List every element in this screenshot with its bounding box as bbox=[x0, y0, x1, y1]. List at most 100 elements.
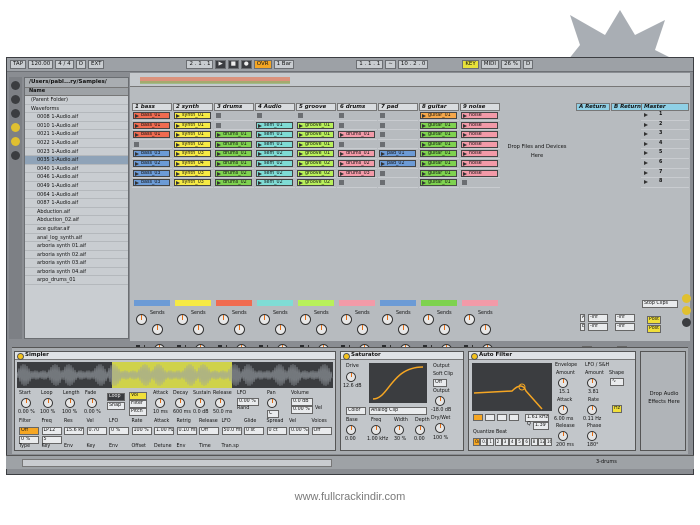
clip[interactable]: sem_01 bbox=[256, 121, 293, 129]
clip-slot[interactable]: bass_01 bbox=[132, 121, 172, 131]
clip-stop-button[interactable] bbox=[339, 180, 344, 186]
clip[interactable]: drums_01 bbox=[215, 159, 252, 167]
clip-slot[interactable]: noise bbox=[460, 111, 500, 121]
filter-type-button[interactable] bbox=[473, 414, 483, 421]
send-b-knob[interactable] bbox=[316, 324, 327, 335]
stop-button[interactable]: ■ bbox=[227, 60, 239, 69]
clip-stop-button[interactable] bbox=[380, 180, 385, 186]
clip-slot[interactable] bbox=[296, 111, 336, 121]
filter-type-button[interactable] bbox=[497, 414, 507, 421]
audio-effects-drop-zone[interactable]: Drop Audio Effects Here bbox=[640, 351, 686, 451]
clip[interactable]: noise bbox=[461, 159, 498, 167]
simpler-row2-value[interactable]: Off bbox=[311, 427, 332, 435]
clip-stop-button[interactable] bbox=[216, 113, 221, 118]
folder-icon[interactable] bbox=[11, 95, 20, 104]
send-b-knob[interactable] bbox=[275, 324, 286, 335]
depth-knob[interactable] bbox=[415, 425, 425, 435]
color-button[interactable]: Color bbox=[346, 407, 366, 415]
quantize-step-button[interactable]: 3 bbox=[501, 438, 509, 446]
clip[interactable]: guitar_01 bbox=[420, 112, 457, 119]
clip-slot[interactable] bbox=[214, 121, 254, 131]
clip[interactable]: synth_03 bbox=[174, 179, 211, 187]
loop-start-field[interactable]: 1 . 1 . 1 bbox=[356, 60, 384, 69]
master-title[interactable]: Master bbox=[641, 103, 689, 111]
freq-knob[interactable] bbox=[371, 425, 381, 435]
clip[interactable]: groove_02 bbox=[297, 179, 334, 187]
clip-slot[interactable]: sem_01 bbox=[255, 130, 295, 140]
simpler-fade-knob[interactable] bbox=[87, 398, 97, 408]
clip-slot[interactable]: groove_01 bbox=[296, 130, 336, 140]
clip[interactable]: drums_01 bbox=[215, 150, 252, 158]
clip[interactable]: sem_02 bbox=[256, 150, 293, 158]
clip-stop-button[interactable] bbox=[380, 141, 385, 147]
clip[interactable]: sem_02 bbox=[256, 179, 293, 187]
clip-slot[interactable]: guitar_01 bbox=[419, 140, 459, 150]
simpler-loop-knob[interactable] bbox=[43, 398, 53, 408]
clip[interactable]: sem_01 bbox=[256, 131, 293, 139]
arrangement-position[interactable]: 2 . 1 . 1 bbox=[186, 60, 214, 69]
clip[interactable]: noise bbox=[461, 121, 498, 129]
clip[interactable]: bass_03 bbox=[133, 179, 170, 187]
browser-column-name[interactable]: Name bbox=[25, 88, 128, 96]
hz-button[interactable]: Hz bbox=[612, 405, 622, 413]
clip[interactable]: guitar_01 bbox=[420, 159, 457, 167]
clip-slot[interactable]: synth_01 bbox=[173, 111, 213, 121]
clip[interactable]: bass_03 bbox=[133, 169, 170, 177]
clip-slot[interactable]: guitar_01 bbox=[419, 159, 459, 169]
clip-slot[interactable]: drums_01 bbox=[337, 130, 377, 140]
simpler-pan-knob[interactable] bbox=[267, 398, 277, 408]
track-title[interactable]: 2 synth bbox=[173, 103, 213, 111]
return-b-send-b[interactable]: -inf bbox=[615, 323, 635, 331]
tempo-field[interactable]: 120.00 bbox=[28, 60, 54, 69]
clip-slot[interactable]: groove_01 bbox=[296, 140, 336, 150]
clip[interactable]: noise bbox=[461, 131, 498, 139]
browser-item[interactable]: Abduction_02.aif bbox=[25, 216, 128, 225]
track-title[interactable]: 6 drums bbox=[337, 103, 377, 111]
clip-slot[interactable]: sem_02 bbox=[255, 169, 295, 179]
clip-slot[interactable] bbox=[378, 169, 418, 179]
browser-item[interactable]: 0040 1-Audio.aif bbox=[25, 165, 128, 174]
clip-stop-button[interactable] bbox=[380, 132, 385, 138]
simpler-start-knob[interactable] bbox=[21, 398, 31, 408]
clip-slot[interactable] bbox=[214, 111, 254, 121]
loop-length-field[interactable]: 10 . 2 . 0 bbox=[397, 60, 429, 69]
track-title[interactable]: 9 noise bbox=[460, 103, 500, 111]
attack-knob[interactable] bbox=[558, 405, 568, 415]
clip-slot[interactable]: groove_02 bbox=[296, 178, 336, 188]
clip-slot[interactable]: noise bbox=[460, 149, 500, 159]
clip-slot[interactable] bbox=[378, 121, 418, 131]
clip-slot[interactable]: sem_02 bbox=[255, 159, 295, 169]
filter-freq-field[interactable]: 1.61 kHz bbox=[525, 414, 549, 422]
tap-button[interactable]: TAP bbox=[10, 60, 27, 69]
simpler-filter-tab[interactable]: Filter bbox=[129, 400, 147, 408]
quantize-step-button[interactable]: 6 bbox=[523, 438, 531, 446]
clip-slot[interactable] bbox=[337, 140, 377, 150]
browser-item[interactable]: 0046 1-Audio.aif bbox=[25, 173, 128, 182]
clip-stop-button[interactable] bbox=[216, 122, 221, 128]
base-knob[interactable] bbox=[346, 425, 356, 435]
browser-item[interactable]: arboria synth 04.aif bbox=[25, 268, 128, 277]
clip-slot[interactable]: sem_01 bbox=[255, 121, 295, 131]
browser-item[interactable]: arboria synth 03.aif bbox=[25, 259, 128, 268]
clip-slot[interactable]: guitar_01 bbox=[419, 121, 459, 131]
simpler-sustain-knob[interactable] bbox=[195, 398, 205, 408]
browser-item[interactable]: 0049 1-Audio.aif bbox=[25, 182, 128, 191]
simpler-row2-value[interactable]: 50.0 ms bbox=[221, 427, 242, 435]
scene-play-icon[interactable] bbox=[644, 160, 648, 165]
clip[interactable]: guitar_01 bbox=[420, 150, 457, 158]
simpler-row2-value[interactable]: Off bbox=[199, 427, 219, 435]
clip[interactable]: bass_02 bbox=[133, 159, 170, 167]
clip[interactable]: bass_01 bbox=[133, 112, 170, 119]
quantize-step-button[interactable]: 0.5 bbox=[480, 438, 488, 446]
clip-slot[interactable]: drums_01 bbox=[214, 149, 254, 159]
clip[interactable]: drums_01 bbox=[338, 150, 375, 158]
simpler-vel-value[interactable]: 0.00 % bbox=[291, 406, 313, 414]
env-amount-knob[interactable] bbox=[558, 378, 568, 388]
simpler-row2-value[interactable]: 100 % bbox=[131, 427, 152, 435]
clip-slot[interactable]: noise bbox=[460, 121, 500, 131]
clip-slot[interactable]: pad_01 bbox=[378, 149, 418, 159]
browser-path[interactable]: /Users/pabl...ry/Samples/ bbox=[25, 78, 128, 88]
scene-play-icon[interactable] bbox=[644, 141, 648, 146]
scene-play-icon[interactable] bbox=[644, 170, 648, 175]
clip-slot[interactable]: noise bbox=[460, 169, 500, 179]
